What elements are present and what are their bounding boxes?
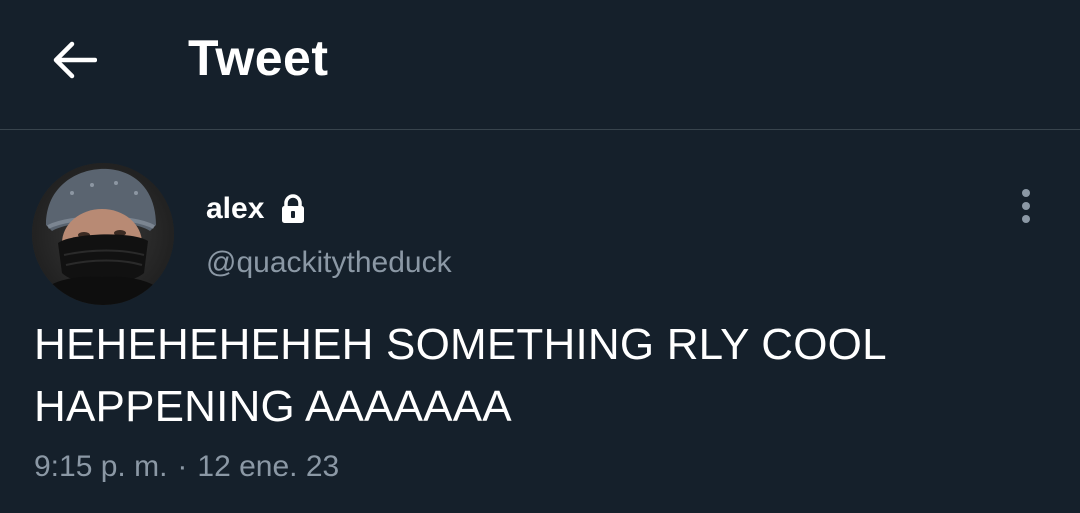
lock-icon: [280, 194, 306, 224]
display-name: alex: [206, 192, 265, 225]
page-title: Tweet: [188, 30, 329, 86]
top-bar: Tweet: [0, 0, 1080, 130]
arrow-left-icon: [53, 41, 97, 79]
tweet-date: 12 ene. 23: [197, 450, 340, 483]
avatar-image: [32, 163, 174, 305]
tweet-text: HEHEHEHEHEH SOMETHING RLY COOL HAPPENING…: [34, 320, 886, 431]
tweet-time: 9:15 p. m.: [34, 450, 168, 483]
back-button[interactable]: [44, 30, 104, 90]
more-vertical-icon: [1022, 189, 1030, 223]
more-options-button[interactable]: [1004, 184, 1048, 228]
avatar[interactable]: [32, 163, 174, 305]
tweet-timestamp[interactable]: 9:15 p. m. · 12 ene. 23: [34, 448, 339, 486]
author-name[interactable]: alex: [206, 190, 306, 228]
meta-separator: ·: [177, 450, 188, 483]
author-handle[interactable]: @quackitytheduck: [206, 244, 452, 282]
